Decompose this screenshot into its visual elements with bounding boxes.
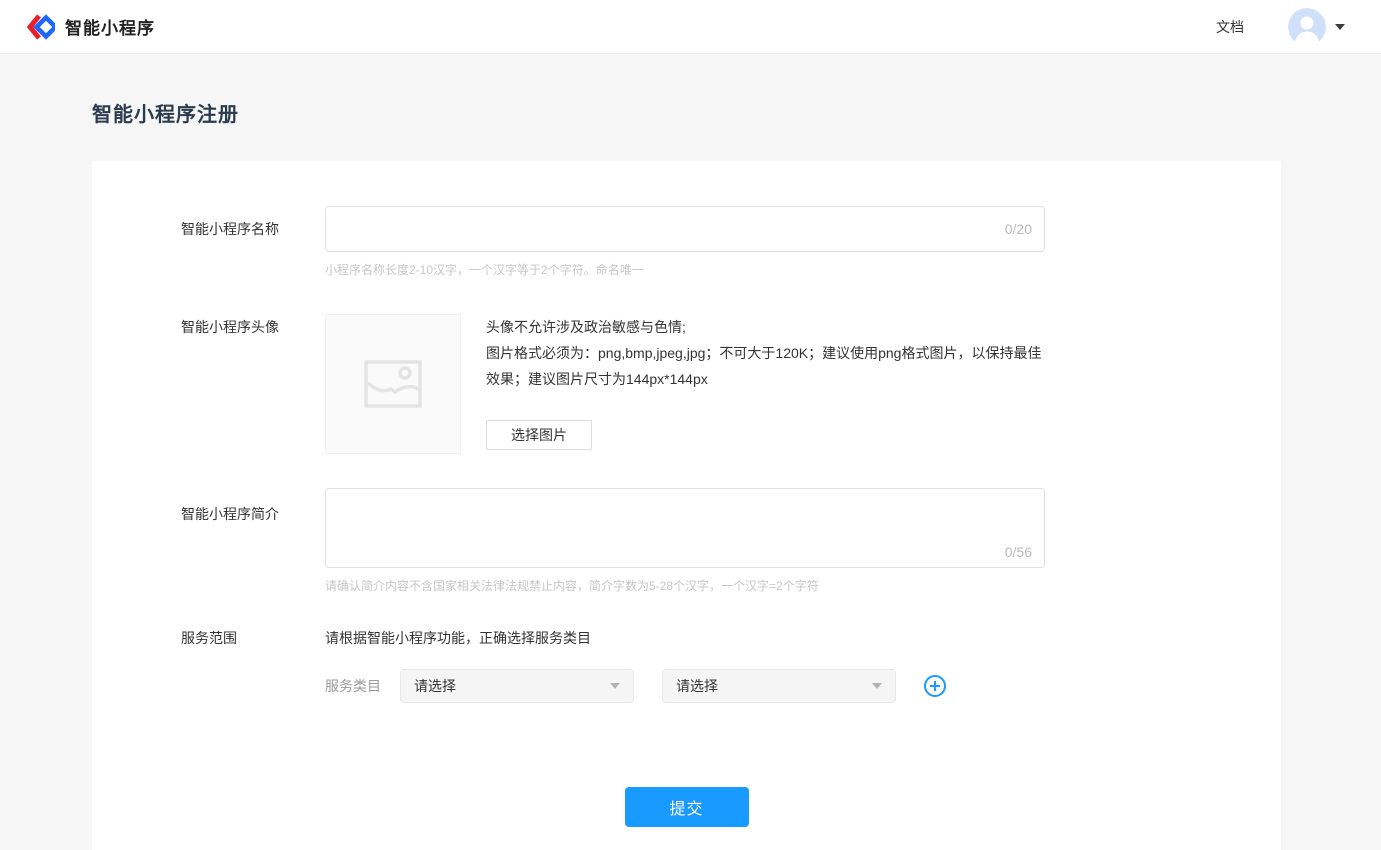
- intro-char-counter: 0/56: [1005, 544, 1032, 560]
- plus-circle-icon: [923, 674, 947, 698]
- service-scope-label: 服务范围: [181, 625, 325, 648]
- page-title: 智能小程序注册: [92, 98, 1381, 127]
- avatar-field-label: 智能小程序头像: [181, 314, 325, 337]
- select-1-value: 请选择: [414, 676, 456, 696]
- app-root: 智能小程序 文档 智能小程序注册 智能小程序名称: [0, 0, 1381, 850]
- brand: 智能小程序: [27, 13, 155, 41]
- brand-logo-icon: [27, 13, 55, 41]
- avatar-rule-line-1: 头像不允许涉及政治敏感与色情;: [486, 314, 1042, 340]
- name-field-row: 智能小程序名称 0/20 小程序名称长度2-10汉字，一个汉字等于2个字符。命名…: [181, 206, 1281, 278]
- avatar-rule-line-2: 图片格式必须为：png,bmp,jpeg,jpg；不可大于120K；建议使用pn…: [486, 340, 1042, 392]
- user-avatar-icon[interactable]: [1288, 8, 1326, 46]
- intro-hint: 请确认简介内容不含国家相关法律法规禁止内容，简介字数为5-28个汉字，一个汉字=…: [325, 577, 1045, 594]
- intro-field-row: 智能小程序简介 0/56 请确认简介内容不含国家相关法律法规禁止内容，简介字数为…: [181, 488, 1281, 594]
- docs-link[interactable]: 文档: [1216, 17, 1244, 37]
- header-right: 文档: [1216, 8, 1345, 46]
- intro-textarea-wrap: 0/56: [325, 488, 1045, 568]
- service-scope-content: 请根据智能小程序功能，正确选择服务类目 服务类目 请选择 请选择: [325, 625, 947, 703]
- top-header: 智能小程序 文档: [0, 0, 1381, 54]
- intro-field-label: 智能小程序简介: [181, 488, 325, 524]
- image-placeholder-icon: [364, 360, 422, 408]
- avatar-field-row: 智能小程序头像 头像不允许涉及政治敏感与色情; 图片格式必须为：png,bmp,…: [181, 314, 1281, 454]
- avatar-field-content: 头像不允许涉及政治敏感与色情; 图片格式必须为：png,bmp,jpeg,jpg…: [325, 314, 1042, 454]
- submit-button[interactable]: 提交: [625, 787, 749, 827]
- service-category-label: 服务类目: [325, 676, 381, 696]
- service-category-select-1[interactable]: 请选择: [400, 669, 634, 703]
- service-category-row: 服务类目 请选择 请选择: [325, 669, 947, 703]
- select-2-value: 请选择: [676, 676, 718, 696]
- name-char-counter: 0/20: [1005, 221, 1032, 237]
- user-menu[interactable]: [1288, 8, 1345, 46]
- service-category-select-2[interactable]: 请选择: [662, 669, 896, 703]
- name-input-wrap: 0/20: [325, 206, 1045, 252]
- add-category-button[interactable]: [923, 674, 947, 698]
- service-scope-row: 服务范围 请根据智能小程序功能，正确选择服务类目 服务类目 请选择 请选择: [181, 625, 1281, 703]
- choose-image-button[interactable]: 选择图片: [486, 420, 592, 450]
- service-instruction: 请根据智能小程序功能，正确选择服务类目: [325, 625, 947, 648]
- avatar-rules: 头像不允许涉及政治敏感与色情; 图片格式必须为：png,bmp,jpeg,jpg…: [486, 314, 1042, 450]
- submit-row: 提交: [92, 787, 1281, 827]
- chevron-down-icon[interactable]: [1335, 24, 1345, 30]
- name-field-label: 智能小程序名称: [181, 206, 325, 252]
- name-hint: 小程序名称长度2-10汉字，一个汉字等于2个字符。命名唯一: [325, 261, 1045, 278]
- intro-textarea[interactable]: [326, 489, 1044, 567]
- intro-field-content: 0/56 请确认简介内容不含国家相关法律法规禁止内容，简介字数为5-28个汉字，…: [325, 488, 1045, 594]
- brand-name: 智能小程序: [65, 14, 155, 39]
- registration-form-card: 智能小程序名称 0/20 小程序名称长度2-10汉字，一个汉字等于2个字符。命名…: [92, 161, 1281, 850]
- name-input[interactable]: [326, 207, 1044, 251]
- name-field-content: 0/20 小程序名称长度2-10汉字，一个汉字等于2个字符。命名唯一: [325, 206, 1045, 278]
- chevron-down-icon: [610, 683, 620, 689]
- avatar-upload-preview[interactable]: [325, 314, 461, 454]
- chevron-down-icon: [872, 683, 882, 689]
